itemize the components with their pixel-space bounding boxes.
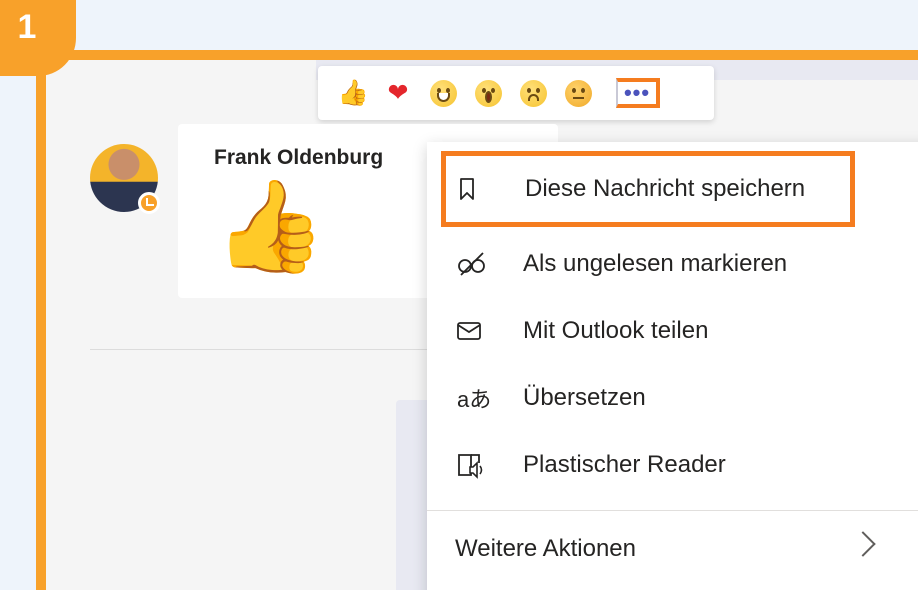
- sad-icon[interactable]: [518, 78, 548, 108]
- menu-item-label: Übersetzen: [523, 384, 646, 411]
- screenshot-frame: 👍 ❤ ••• Frank Oldenburg 👍 Diese Nachrich…: [36, 50, 918, 590]
- avatar[interactable]: [90, 144, 160, 214]
- menu-item-label: Diese Nachricht speichern: [525, 175, 806, 202]
- menu-item-translate[interactable]: aあ Übersetzen: [427, 365, 918, 431]
- menu-item-immersive-reader[interactable]: Plastischer Reader: [427, 432, 918, 498]
- menu-item-label: Mit Outlook teilen: [523, 317, 709, 344]
- step-badge: 1: [0, 0, 76, 76]
- more-options-button[interactable]: •••: [616, 78, 660, 108]
- bookmark-icon: [459, 177, 503, 201]
- menu-item-label: Weitere Aktionen: [455, 535, 636, 562]
- menu-item-label: Als ungelesen markieren: [523, 250, 788, 277]
- immersive-reader-icon: [457, 451, 501, 479]
- sender-name: Frank Oldenburg: [214, 146, 384, 169]
- menu-item-share-outlook[interactable]: Mit Outlook teilen: [427, 298, 918, 364]
- mail-icon: [457, 322, 501, 340]
- menu-item-mark-unread[interactable]: Als ungelesen markieren: [427, 231, 918, 297]
- message-thumbs-up-emoji: 👍: [214, 177, 327, 277]
- menu-item-save-message[interactable]: Diese Nachricht speichern: [441, 151, 855, 227]
- unread-icon: [457, 251, 501, 277]
- heart-icon[interactable]: ❤: [383, 78, 413, 108]
- menu-item-label: Plastischer Reader: [523, 451, 726, 478]
- divider: [90, 349, 430, 350]
- menu-item-more-actions[interactable]: Weitere Aktionen: [427, 511, 918, 587]
- message-context-menu: Diese Nachricht speichern Als ungelesen …: [427, 142, 918, 590]
- surprised-icon[interactable]: [473, 78, 503, 108]
- away-status-icon: [138, 192, 160, 214]
- thumbs-up-icon[interactable]: 👍: [337, 78, 368, 108]
- chevron-right-icon: [850, 531, 876, 557]
- translate-icon: aあ: [457, 387, 492, 412]
- angry-icon[interactable]: [563, 78, 593, 108]
- laugh-icon[interactable]: [428, 78, 458, 108]
- reaction-bar: 👍 ❤ •••: [318, 66, 714, 120]
- chat-area: 👍 ❤ ••• Frank Oldenburg 👍 Diese Nachrich…: [46, 60, 918, 590]
